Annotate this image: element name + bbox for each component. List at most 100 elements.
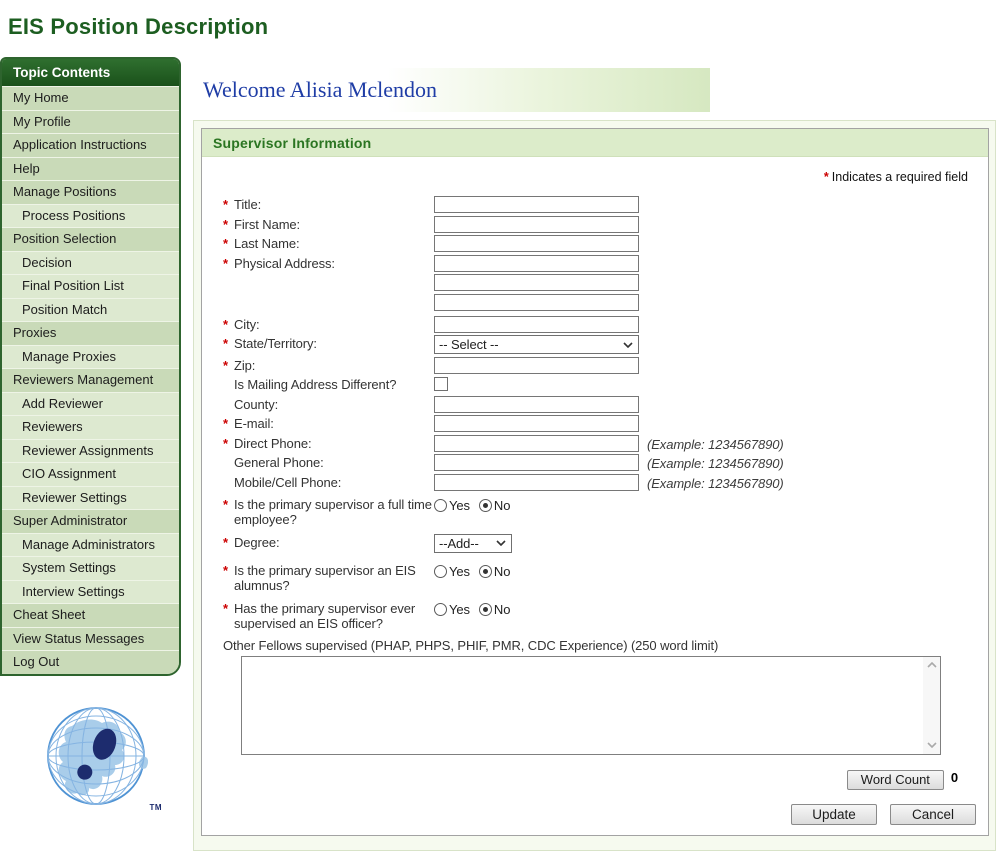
degree-label: * Degree: (202, 534, 434, 550)
sidebar-item-system-settings[interactable]: System Settings (2, 556, 179, 580)
sidebar-item-final-position-list[interactable]: Final Position List (2, 274, 179, 298)
trademark-label: TM (149, 803, 162, 812)
cancel-button[interactable]: Cancel (890, 804, 976, 825)
supervised-officer-no-radio[interactable] (479, 603, 492, 616)
required-asterisk: * (223, 317, 228, 332)
sidebar-item-decision[interactable]: Decision (2, 251, 179, 275)
mailing-address-row: Is Mailing Address Different? (202, 376, 988, 393)
direct-phone-example: (Example: 1234567890) (647, 435, 784, 452)
mobile-phone-example: (Example: 1234567890) (647, 474, 784, 491)
zip-input[interactable] (434, 357, 639, 374)
first-name-row: * First Name: (202, 216, 988, 233)
form-actions: Update Cancel (791, 804, 976, 825)
sidebar-item-process-positions[interactable]: Process Positions (2, 204, 179, 228)
other-fellows-textarea-wrap (241, 656, 941, 755)
supervised-officer-yes-radio[interactable] (434, 603, 447, 616)
sidebar-item-cio-assignment[interactable]: CIO Assignment (2, 462, 179, 486)
mailing-address-label: Is Mailing Address Different? (202, 376, 434, 392)
word-count-button[interactable]: Word Count (847, 770, 944, 790)
sidebar-item-manage-administrators[interactable]: Manage Administrators (2, 533, 179, 557)
sidebar-item-reviewers[interactable]: Reviewers (2, 415, 179, 439)
supervisor-form: * Title: * First Name: * Last Name: (202, 196, 988, 790)
yes-label: Yes (449, 602, 470, 617)
sidebar-item-my-home[interactable]: My Home (2, 86, 179, 110)
sidebar-item-reviewer-settings[interactable]: Reviewer Settings (2, 486, 179, 510)
sidebar-item-application-instructions[interactable]: Application Instructions (2, 133, 179, 157)
title-label: * Title: (202, 196, 434, 212)
full-time-no-radio[interactable] (479, 499, 492, 512)
required-note-text: Indicates a required field (832, 170, 968, 184)
globe-icon (44, 704, 148, 808)
scroll-down-icon (927, 742, 937, 748)
no-label: No (494, 564, 510, 579)
required-asterisk: * (223, 436, 228, 451)
physical-address-line2-input[interactable] (434, 274, 639, 291)
city-input[interactable] (434, 316, 639, 333)
state-territory-select[interactable]: -- Select -- (434, 335, 639, 354)
alumnus-no-radio[interactable] (479, 565, 492, 578)
full-time-radio-group: Yes No (434, 496, 519, 513)
county-row: County: (202, 396, 988, 413)
email-input[interactable] (434, 415, 639, 432)
degree-select[interactable]: --Add-- (434, 534, 512, 553)
title-input[interactable] (434, 196, 639, 213)
textarea-scrollbar[interactable] (923, 657, 940, 754)
sidebar-item-manage-positions[interactable]: Manage Positions (2, 180, 179, 204)
alumnus-yes-radio[interactable] (434, 565, 447, 578)
mobile-phone-input[interactable] (434, 474, 639, 491)
first-name-input[interactable] (434, 216, 639, 233)
state-territory-select-value: -- Select -- (439, 337, 498, 352)
mailing-address-checkbox[interactable] (434, 377, 448, 391)
sidebar-item-cheat-sheet[interactable]: Cheat Sheet (2, 603, 179, 627)
sidebar: Topic Contents My Home My Profile Applic… (0, 57, 181, 676)
general-phone-input[interactable] (434, 454, 639, 471)
last-name-input[interactable] (434, 235, 639, 252)
welcome-banner: Welcome Alisia Mclendon (190, 68, 710, 112)
page-title: EIS Position Description (8, 14, 268, 40)
direct-phone-input[interactable] (434, 435, 639, 452)
sidebar-item-interview-settings[interactable]: Interview Settings (2, 580, 179, 604)
yes-label: Yes (449, 498, 470, 513)
general-phone-row: General Phone: (Example: 1234567890) (202, 454, 988, 471)
sidebar-item-proxies[interactable]: Proxies (2, 321, 179, 345)
sidebar-item-my-profile[interactable]: My Profile (2, 110, 179, 134)
general-phone-label: General Phone: (202, 454, 434, 470)
scroll-up-button[interactable] (923, 657, 940, 674)
physical-address-line3-input[interactable] (434, 294, 639, 311)
last-name-row: * Last Name: (202, 235, 988, 252)
sidebar-header: Topic Contents (2, 59, 179, 86)
sidebar-item-position-selection[interactable]: Position Selection (2, 227, 179, 251)
required-asterisk: * (223, 416, 228, 431)
sidebar-item-add-reviewer[interactable]: Add Reviewer (2, 392, 179, 416)
update-button[interactable]: Update (791, 804, 877, 825)
physical-address-line1-input[interactable] (434, 255, 639, 272)
required-asterisk: * (824, 170, 829, 184)
required-asterisk: * (223, 236, 228, 251)
required-asterisk: * (223, 197, 228, 212)
sidebar-item-help[interactable]: Help (2, 157, 179, 181)
eis-globe-logo: TM (44, 704, 156, 814)
word-count-value: 0 (951, 770, 958, 785)
required-asterisk: * (223, 497, 228, 512)
sidebar-item-view-status-messages[interactable]: View Status Messages (2, 627, 179, 651)
county-input[interactable] (434, 396, 639, 413)
full-time-yes-radio[interactable] (434, 499, 447, 512)
degree-row: * Degree: --Add-- (202, 534, 988, 553)
required-asterisk: * (223, 535, 228, 550)
scroll-down-button[interactable] (923, 737, 940, 754)
panel-title: Supervisor Information (202, 129, 988, 157)
yes-label: Yes (449, 564, 470, 579)
sidebar-item-position-match[interactable]: Position Match (2, 298, 179, 322)
sidebar-item-reviewer-assignments[interactable]: Reviewer Assignments (2, 439, 179, 463)
county-label: County: (202, 396, 434, 412)
sidebar-item-super-administrator[interactable]: Super Administrator (2, 509, 179, 533)
sidebar-item-manage-proxies[interactable]: Manage Proxies (2, 345, 179, 369)
other-fellows-textarea[interactable] (242, 657, 923, 754)
word-count-row: Word Count 0 (202, 770, 988, 790)
sidebar-item-reviewers-management[interactable]: Reviewers Management (2, 368, 179, 392)
full-time-label: * Is the primary supervisor a full time … (202, 496, 434, 527)
state-territory-label: * State/Territory: (202, 335, 434, 351)
sidebar-item-log-out[interactable]: Log Out (2, 650, 179, 674)
degree-select-value: --Add-- (439, 536, 479, 551)
chevron-down-icon (496, 540, 506, 546)
